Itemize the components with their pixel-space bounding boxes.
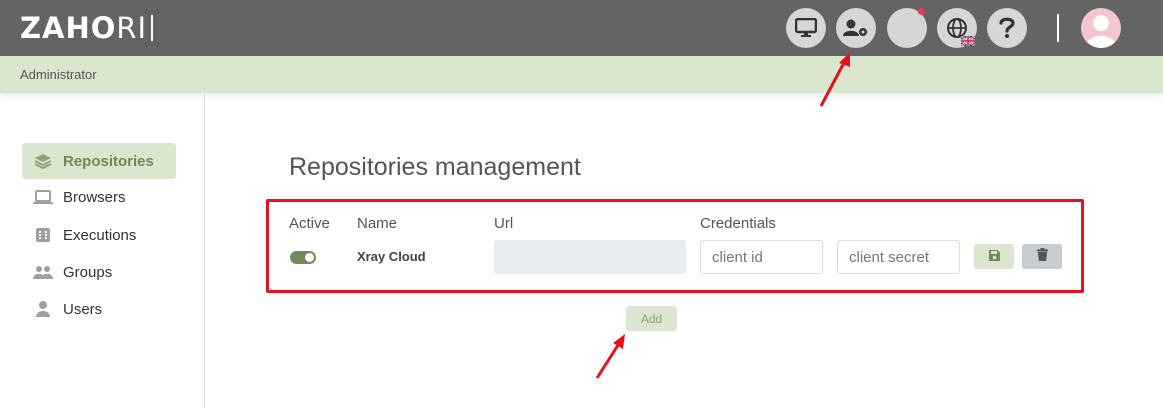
add-button[interactable]: Add: [626, 306, 677, 331]
language-icon[interactable]: [937, 8, 977, 48]
top-navbar: ZAHO RI: [0, 0, 1163, 56]
user-settings-icon[interactable]: [836, 8, 876, 48]
sidebar-item-label: Repositories: [63, 152, 154, 170]
help-icon[interactable]: [987, 8, 1027, 48]
client-id-input[interactable]: [700, 240, 823, 274]
save-icon: [988, 248, 1000, 266]
sidebar-item-groups[interactable]: Groups: [22, 254, 176, 290]
annotation-arrow-add: [595, 334, 625, 379]
sidebar-item-label: Users: [63, 300, 103, 318]
user-avatar[interactable]: [1081, 8, 1121, 48]
url-input[interactable]: [494, 240, 686, 274]
column-header-credentials: Credentials: [700, 215, 776, 232]
desktop-icon[interactable]: [786, 8, 826, 48]
breadcrumb-label: Administrator: [20, 67, 97, 82]
breadcrumb: Administrator: [0, 56, 1163, 93]
logo-bar: [151, 15, 154, 41]
column-header-url: Url: [494, 215, 514, 232]
active-toggle[interactable]: [290, 251, 316, 264]
navbar-divider: [1057, 14, 1059, 42]
layers-icon: [33, 152, 53, 170]
annotation-arrow-settings: [819, 52, 850, 107]
logo-text-right: RI: [116, 11, 148, 45]
logo-text-left: ZAHO: [20, 11, 117, 45]
column-header-active: Active: [289, 215, 330, 232]
sidebar-item-label: Groups: [63, 263, 113, 281]
notifications-icon[interactable]: [887, 8, 927, 48]
trash-icon: [1036, 247, 1048, 266]
delete-button[interactable]: [1022, 244, 1062, 269]
notification-dot: [918, 8, 925, 15]
sidebar-item-browsers[interactable]: Browsers: [22, 179, 176, 215]
zahori-logo[interactable]: ZAHO RI: [20, 11, 154, 45]
save-button[interactable]: [974, 244, 1014, 269]
repository-name: Xray Cloud: [357, 249, 426, 264]
users-icon: [33, 263, 53, 281]
page-title: Repositories management: [289, 153, 581, 181]
laptop-icon: [33, 188, 53, 206]
sidebar-item-users[interactable]: Users: [22, 291, 176, 327]
column-header-name: Name: [357, 215, 398, 232]
user-icon: [33, 300, 53, 318]
client-secret-input[interactable]: [837, 240, 960, 274]
executions-icon: [33, 226, 53, 244]
sidebar-item-label: Executions: [63, 226, 137, 244]
sidebar-item-label: Browsers: [63, 188, 126, 206]
sidebar-item-repositories[interactable]: Repositories: [22, 143, 176, 179]
uk-flag-icon: [961, 36, 975, 46]
sidebar-item-executions[interactable]: Executions: [22, 217, 176, 253]
